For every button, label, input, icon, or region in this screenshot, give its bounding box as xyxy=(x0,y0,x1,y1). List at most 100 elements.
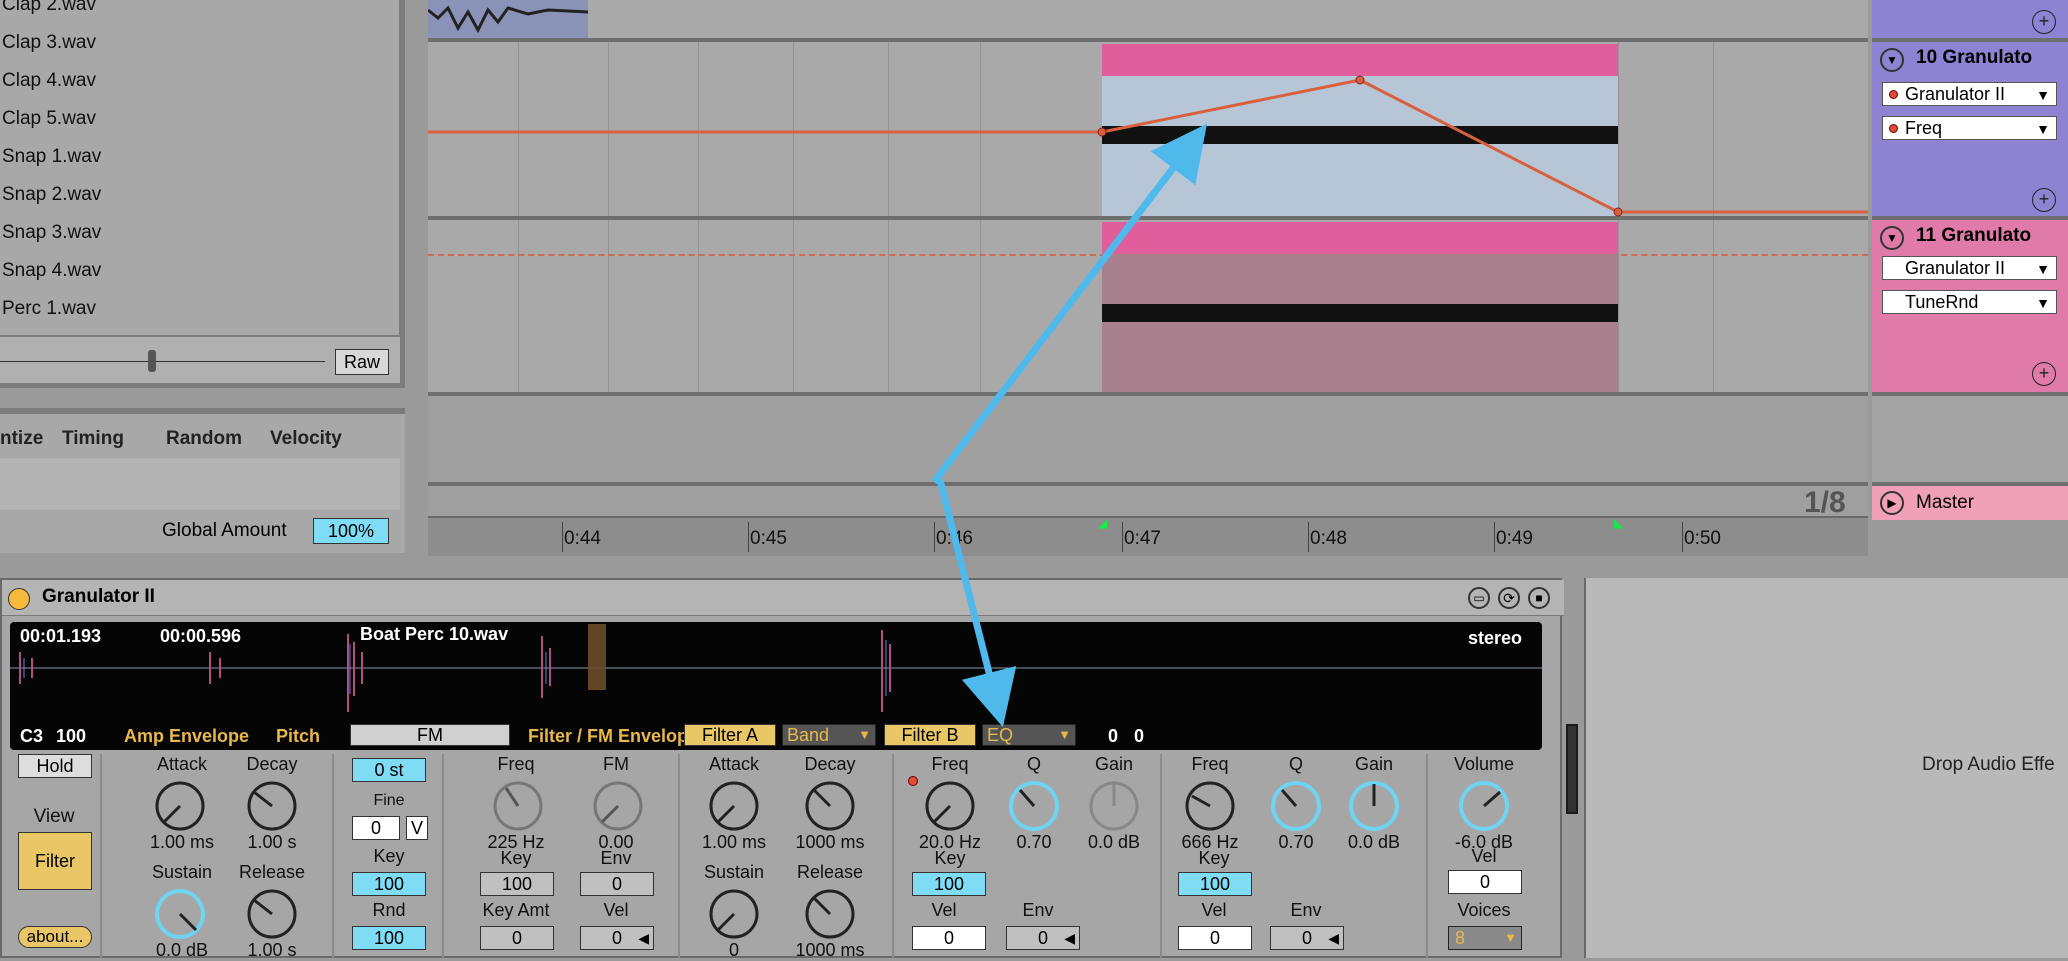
automation-breakpoint xyxy=(1355,75,1365,85)
v-toggle[interactable]: V xyxy=(406,816,428,840)
master-lane[interactable]: 1/8 xyxy=(428,486,1868,520)
fenv-sustain-knob[interactable] xyxy=(706,886,762,942)
fenv-attack-knob[interactable] xyxy=(706,778,762,834)
master-track-header[interactable]: ▶ Master xyxy=(1872,486,2068,520)
fa-vel-field[interactable]: 0 xyxy=(912,926,986,950)
tab-velocity[interactable]: Velocity xyxy=(270,428,342,450)
add-lane-button[interactable]: + xyxy=(2032,188,2056,212)
play-icon[interactable]: ▶ xyxy=(1880,491,1904,515)
amp-release-knob[interactable] xyxy=(244,886,300,942)
global-amount-field[interactable]: 100% xyxy=(313,518,389,544)
browser-file[interactable]: Snap 2.wav xyxy=(2,184,101,206)
hold-button[interactable]: Hold xyxy=(18,754,92,778)
automation-param-select[interactable]: TuneRnd ▼ xyxy=(1882,290,2057,314)
automation-param-select[interactable]: Freq ▼ xyxy=(1882,116,2057,140)
fa-gain-knob[interactable] xyxy=(1086,778,1142,834)
fine-label: Fine xyxy=(373,792,405,809)
fine-field[interactable]: 0 xyxy=(352,816,400,840)
fb-q-knob[interactable] xyxy=(1268,778,1324,834)
track-header-9[interactable]: + xyxy=(1872,0,2068,42)
chevron-down-icon: ▼ xyxy=(2036,261,2050,277)
hot-swap-icon[interactable]: ⟳ xyxy=(1498,587,1520,609)
fold-icon[interactable]: ▼ xyxy=(1880,48,1904,72)
filter-a-type-select[interactable]: Band ▼ xyxy=(782,724,876,746)
raw-button[interactable]: Raw xyxy=(335,349,389,375)
browser-file[interactable]: Clap 5.wav xyxy=(2,108,96,130)
empty-lane[interactable] xyxy=(428,396,1868,486)
browser-file[interactable]: Clap 4.wav xyxy=(2,70,96,92)
filter-b-type-select[interactable]: EQ ▼ xyxy=(982,724,1076,746)
device-power-button[interactable] xyxy=(8,588,30,610)
tab-timing[interactable]: Timing xyxy=(62,428,124,450)
browser-file[interactable]: Snap 1.wav xyxy=(2,146,101,168)
loop-end-marker[interactable]: ◣ xyxy=(1614,516,1623,530)
pitch-key-field[interactable]: 100 xyxy=(352,872,426,896)
fb-gain-label: Gain xyxy=(1354,754,1394,774)
browser-file[interactable]: Snap 3.wav xyxy=(2,222,101,244)
fm-keyamt-field[interactable]: 0 xyxy=(480,926,554,950)
add-lane-button[interactable]: + xyxy=(2032,362,2056,386)
fb-env-field[interactable]: 0 ◀ xyxy=(1270,926,1344,950)
track-header-11[interactable]: ▼ 11 Granulato Granulator II ▼ TuneRnd ▼… xyxy=(1872,220,2068,396)
loop-start-marker[interactable]: ◢ xyxy=(1098,516,1107,530)
add-lane-button[interactable]: + xyxy=(2032,10,2056,34)
rnd-field[interactable]: 100 xyxy=(352,926,426,950)
save-preset-icon[interactable]: ■ xyxy=(1528,587,1550,609)
amp-decay-value: 1.00 s xyxy=(247,832,297,852)
about-button[interactable]: about... xyxy=(18,926,92,948)
master-name[interactable]: Master xyxy=(1916,492,1974,514)
tab-random[interactable]: Random xyxy=(166,428,242,450)
track-name[interactable]: 10 Granulato xyxy=(1916,47,2032,69)
out-vel-field[interactable]: 0 xyxy=(1448,870,1522,894)
fa-env-field[interactable]: 0 ◀ xyxy=(1006,926,1080,950)
browser-file[interactable]: Clap 3.wav xyxy=(2,32,96,54)
audio-effect-drop-area[interactable]: Drop Audio Effe xyxy=(1584,578,2068,958)
tab-quantize[interactable]: ntize xyxy=(0,428,43,450)
device-chain-scrollbar[interactable] xyxy=(1566,724,1578,814)
fa-freq-label: Freq xyxy=(931,754,969,774)
view-label: View xyxy=(33,806,75,827)
fm-amount-knob[interactable] xyxy=(590,778,646,834)
fa-key-field[interactable]: 100 xyxy=(912,872,986,896)
fm-env-field[interactable]: 0 xyxy=(580,872,654,896)
filter-b-button[interactable]: Filter B xyxy=(884,724,976,746)
granulator-device: Granulator II ▭ ⟳ ■ 00:01.193 00:00.596 … xyxy=(0,578,1564,960)
record-dot-icon xyxy=(1889,124,1898,133)
browser-file[interactable]: Perc 1.wav xyxy=(2,298,96,320)
fa-q-knob[interactable] xyxy=(1006,778,1062,834)
voices-select[interactable]: 8 ▼ xyxy=(1448,926,1522,950)
fenv-decay-knob[interactable] xyxy=(802,778,858,834)
automation-envelope[interactable] xyxy=(428,0,1868,300)
pitch-transpose-field[interactable]: 0 st xyxy=(352,758,426,782)
time-ruler[interactable]: 0:44 0:45 0:46 0:47 0:48 0:49 0:50 ◢ ◣ xyxy=(428,516,1868,556)
automation-device-select[interactable]: Granulator II ▼ xyxy=(1882,256,2057,280)
fold-icon[interactable]: ▼ xyxy=(1880,226,1904,250)
filter-view-button[interactable]: Filter xyxy=(18,832,92,890)
automation-device-select[interactable]: Granulator II ▼ xyxy=(1882,82,2057,106)
fm-header-button[interactable]: FM xyxy=(350,724,510,746)
volume-knob[interactable] xyxy=(1456,778,1512,834)
browser-file[interactable]: Snap 4.wav xyxy=(2,260,101,282)
fenv-release-knob[interactable] xyxy=(802,886,858,942)
fb-key-label: Key xyxy=(1198,848,1230,868)
fb-gain-knob[interactable] xyxy=(1346,778,1402,834)
fb-freq-label: Freq xyxy=(1191,754,1229,774)
amp-attack-knob[interactable] xyxy=(152,778,208,834)
device-menu-icon[interactable]: ▭ xyxy=(1468,587,1490,609)
browser-file[interactable]: Clap 2.wav xyxy=(2,0,96,16)
ruler-tick: 0:45 xyxy=(750,528,787,549)
fb-key-field[interactable]: 100 xyxy=(1178,872,1252,896)
fb-freq-knob[interactable] xyxy=(1182,778,1238,834)
fa-freq-knob[interactable] xyxy=(922,778,978,834)
filter-a-button[interactable]: Filter A xyxy=(684,724,776,746)
ruler-tick: 0:47 xyxy=(1124,528,1161,549)
fb-vel-field[interactable]: 0 xyxy=(1178,926,1252,950)
amp-sustain-knob[interactable] xyxy=(152,886,208,942)
track-name[interactable]: 11 Granulato xyxy=(1916,225,2031,247)
sample-display[interactable]: 00:01.193 00:00.596 Boat Perc 10.wav ste… xyxy=(10,622,1542,750)
fm-vel-field[interactable]: 0 ◀ xyxy=(580,926,654,950)
fm-key-field[interactable]: 100 xyxy=(480,872,554,896)
track-header-10[interactable]: ▼ 10 Granulato Granulator II ▼ Freq ▼ + xyxy=(1872,42,2068,220)
amp-decay-knob[interactable] xyxy=(244,778,300,834)
fm-freq-knob[interactable] xyxy=(490,778,546,834)
